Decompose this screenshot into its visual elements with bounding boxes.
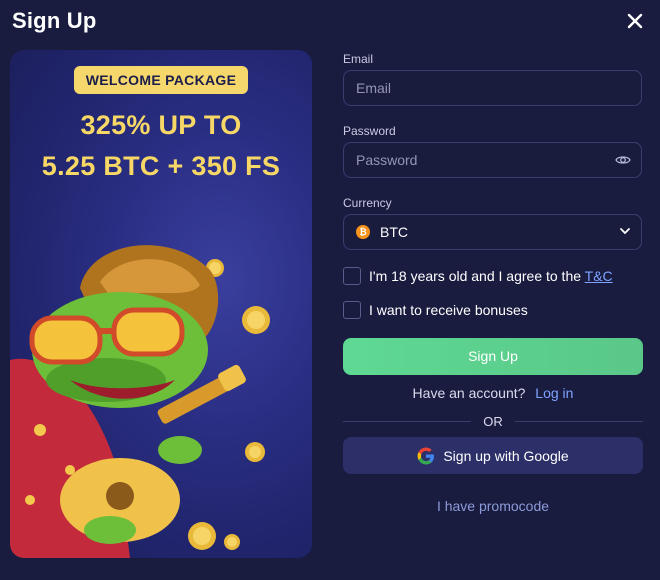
- close-icon: [627, 13, 643, 29]
- welcome-badge: WELCOME PACKAGE: [74, 66, 248, 94]
- or-divider: OR: [343, 413, 643, 429]
- password-label: Password: [343, 124, 396, 138]
- tc-link[interactable]: T&C: [585, 268, 613, 284]
- email-input[interactable]: [344, 71, 641, 105]
- or-text: OR: [483, 413, 503, 429]
- show-password-toggle[interactable]: [615, 153, 631, 172]
- login-link[interactable]: Log in: [535, 385, 573, 401]
- password-field-wrapper: [343, 142, 642, 178]
- divider-line: [514, 420, 643, 422]
- have-account-row: Have an account? Log in: [343, 385, 643, 401]
- promo-headline-2: 5.25 BTC + 350 FS: [41, 151, 281, 181]
- bonus-checkbox[interactable]: [343, 301, 361, 319]
- chevron-down-icon: [620, 228, 630, 235]
- promo-banner: WELCOME PACKAGE 325% UP TO 5.25 BTC + 35…: [10, 50, 312, 558]
- frog-guitar-illustration: [10, 245, 270, 558]
- coin-icon: [245, 442, 265, 462]
- currency-select[interactable]: ₿ BTC: [343, 214, 642, 250]
- modal-title: Sign Up: [12, 8, 97, 33]
- email-field-wrapper: [343, 70, 642, 106]
- sign-up-button[interactable]: Sign Up: [343, 338, 643, 375]
- google-icon: [417, 447, 435, 464]
- divider-line: [343, 420, 472, 422]
- currency-label: Currency: [343, 196, 392, 210]
- age-agree-checkbox[interactable]: [343, 267, 361, 285]
- coin-icon: [242, 306, 270, 334]
- coin-icon: [224, 534, 240, 550]
- coin-icon: [188, 522, 216, 550]
- currency-value: BTC: [380, 224, 408, 240]
- email-label: Email: [343, 52, 374, 66]
- close-button[interactable]: [624, 10, 646, 32]
- age-agree-label: I'm 18 years old and I agree to the T&C: [369, 268, 613, 284]
- bonus-label: I want to receive bonuses: [369, 302, 528, 318]
- google-signup-button[interactable]: Sign up with Google: [343, 437, 643, 474]
- google-signup-label: Sign up with Google: [443, 447, 569, 464]
- btc-coin-icon: ₿: [356, 225, 370, 239]
- have-account-text: Have an account?: [412, 385, 526, 401]
- promocode-link[interactable]: I have promocode: [343, 498, 643, 514]
- password-input[interactable]: [344, 143, 641, 177]
- eye-icon: [615, 156, 631, 164]
- promo-headline-1: 325% UP TO: [80, 110, 242, 140]
- age-agree-text: I'm 18 years old and I agree to the: [369, 268, 585, 284]
